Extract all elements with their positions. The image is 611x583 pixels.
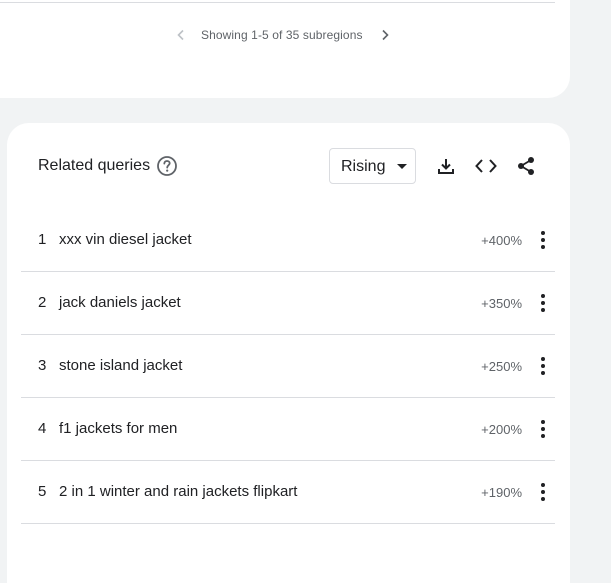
rising-top-dropdown[interactable]: Rising <box>329 148 416 184</box>
caret-down-icon <box>397 164 407 169</box>
chevron-left-icon[interactable] <box>171 25 191 45</box>
more-vert-icon[interactable] <box>534 292 552 314</box>
download-icon[interactable] <box>435 155 457 177</box>
more-vert-icon[interactable] <box>534 229 552 251</box>
row-rank: 1 <box>38 231 47 248</box>
help-circle-icon[interactable] <box>156 155 178 177</box>
subregion-card: Showing 1-5 of 35 subregions <box>0 0 570 98</box>
more-vert-icon[interactable] <box>534 481 552 503</box>
query-row[interactable]: 5 2 in 1 winter and rain jackets flipkar… <box>21 461 555 524</box>
query-row[interactable]: 2 jack daniels jacket +350% <box>21 272 555 335</box>
more-vert-icon[interactable] <box>534 355 552 377</box>
query-list: 1 xxx vin diesel jacket +400% 2 jack dan… <box>21 209 555 524</box>
row-rank: 4 <box>38 420 47 437</box>
rise-percentage: +250% <box>481 359 522 374</box>
query-row[interactable]: 3 stone island jacket +250% <box>21 335 555 398</box>
card-title: Related queries <box>38 157 151 174</box>
query-link[interactable]: xxx vin diesel jacket <box>59 231 192 248</box>
query-link[interactable]: f1 jackets for men <box>59 420 177 437</box>
query-link[interactable]: stone island jacket <box>59 357 182 374</box>
embed-code-icon[interactable] <box>475 155 497 177</box>
row-rank: 2 <box>38 294 47 311</box>
query-link[interactable]: jack daniels jacket <box>59 294 181 311</box>
dropdown-selected-value: Rising <box>341 158 386 175</box>
share-icon[interactable] <box>515 155 537 177</box>
divider <box>0 2 555 3</box>
rise-percentage: +200% <box>481 422 522 437</box>
related-queries-header: Related queries Rising <box>7 123 570 209</box>
row-rank: 5 <box>38 483 47 500</box>
query-link[interactable]: 2 in 1 winter and rain jackets flipkart <box>59 483 297 500</box>
pagination-text: Showing 1-5 of 35 subregions <box>201 28 363 42</box>
chevron-right-icon[interactable] <box>375 25 395 45</box>
rise-percentage: +190% <box>481 485 522 500</box>
row-rank: 3 <box>38 357 47 374</box>
query-row[interactable]: 1 xxx vin diesel jacket +400% <box>21 209 555 272</box>
query-row[interactable]: 4 f1 jackets for men +200% <box>21 398 555 461</box>
pagination: Showing 1-5 of 35 subregions <box>171 24 395 46</box>
more-vert-icon[interactable] <box>534 418 552 440</box>
related-queries-card: Related queries Rising 1 xxx vin diesel … <box>7 123 570 583</box>
rise-percentage: +350% <box>481 296 522 311</box>
rise-percentage: +400% <box>481 233 522 248</box>
